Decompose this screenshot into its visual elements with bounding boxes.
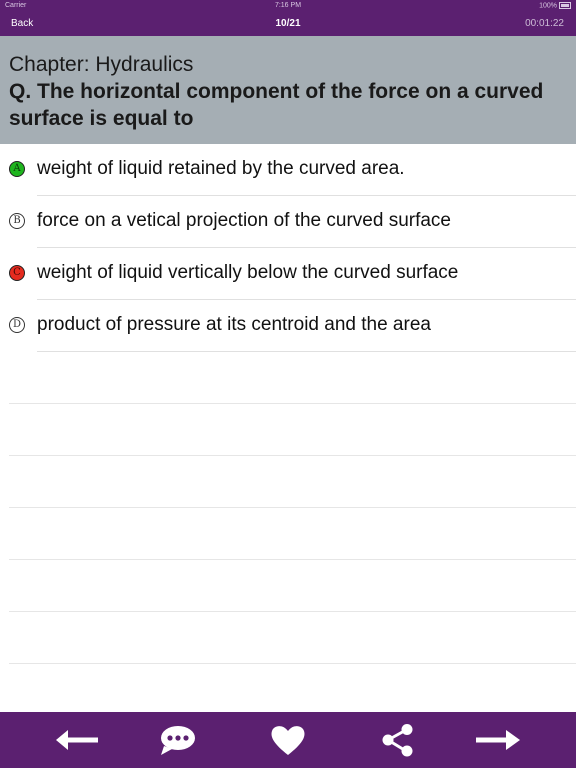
empty-row [0,560,576,612]
question-progress: 10/21 [275,18,301,29]
empty-row [0,404,576,456]
option-d[interactable]: D product of pressure at its centroid an… [0,300,576,352]
option-b-marker-icon: B [9,213,25,229]
empty-row [0,612,576,664]
status-time: 7:16 PM [274,2,302,9]
options-list: A weight of liquid retained by the curve… [0,144,576,716]
quiz-screen: Carrier 7:16 PM 100% Back 10/21 00:01:22… [0,0,576,768]
bottom-toolbar [0,712,576,768]
arrow-right-icon [476,730,520,750]
empty-row [0,664,576,716]
option-d-text: product of pressure at its centroid and … [37,314,431,335]
option-b-text: force on a vetical projection of the cur… [37,210,452,231]
comment-icon [161,726,195,755]
previous-button[interactable] [54,722,98,758]
share-icon [382,724,413,757]
question-text: Q. The horizontal component of the force… [9,80,544,130]
comment-button[interactable] [156,722,200,758]
option-c[interactable]: C weight of liquid vertically below the … [0,248,576,300]
battery-icon [559,2,571,9]
empty-row [0,508,576,560]
next-button[interactable] [476,722,520,758]
question-header: Chapter: Hydraulics Q. The horizontal co… [0,36,576,144]
status-bar: Carrier 7:16 PM 100% [0,0,576,12]
quiz-timer: 00:01:22 [525,18,564,29]
option-a[interactable]: A weight of liquid retained by the curve… [0,144,576,196]
chapter-title: Chapter: Hydraulics [9,53,194,76]
battery-percent: 100% [539,2,557,10]
option-a-text: weight of liquid retained by the curved … [37,158,405,179]
nav-bar: Back 10/21 00:01:22 [0,12,576,36]
favorite-button[interactable] [266,722,310,758]
option-a-marker-icon: A [9,161,25,177]
empty-row [0,456,576,508]
option-c-text: weight of liquid vertically below the cu… [37,262,459,283]
heart-icon [271,726,305,755]
option-c-marker-icon: C [9,265,25,281]
option-d-marker-icon: D [9,317,25,333]
share-button[interactable] [376,722,420,758]
empty-row [0,352,576,404]
arrow-left-icon [56,730,98,750]
option-b[interactable]: B force on a vetical projection of the c… [0,196,576,248]
battery-indicator: 100% [539,2,571,9]
